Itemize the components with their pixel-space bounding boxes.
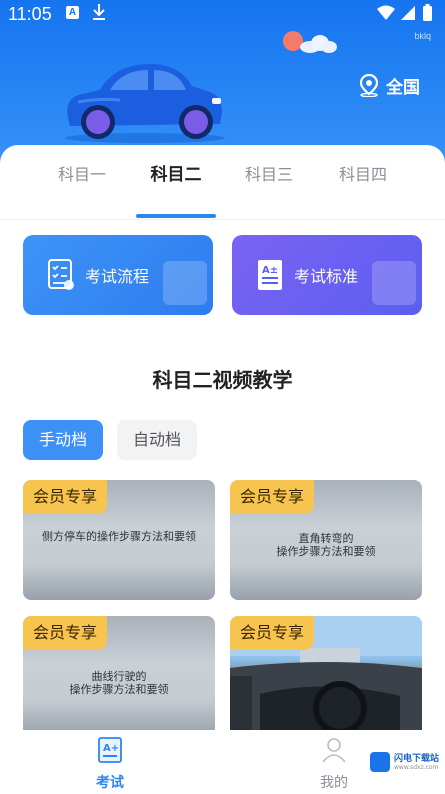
- tab-subject-3[interactable]: 科目三: [224, 159, 314, 195]
- status-bar: 11:05 A: [0, 0, 445, 28]
- location-pin-icon: [359, 73, 379, 97]
- watermark-text: 闪电下载站: [394, 753, 440, 764]
- video-caption: 操作步骤方法和要领: [276, 545, 376, 558]
- download-icon: [92, 3, 106, 25]
- vip-badge: 会员专享: [230, 480, 315, 514]
- cloud-decoration: [300, 35, 337, 53]
- tab-subject-2[interactable]: 科目二: [131, 159, 221, 195]
- section-title: 科目二视频教学: [152, 368, 293, 392]
- nav-profile-label: 我的: [320, 775, 348, 791]
- svg-text:A±: A±: [262, 265, 278, 276]
- tab-subject-1[interactable]: 科目一: [37, 159, 127, 195]
- exam-standard-label: 考试标准: [294, 267, 359, 286]
- video-card[interactable]: 会员专享 侧方停车的操作步骤方法和要领: [23, 480, 215, 600]
- notification-a-icon: A: [66, 6, 79, 19]
- region-selector[interactable]: 全国: [358, 72, 420, 98]
- status-hint: bklq: [414, 31, 431, 41]
- nav-exam[interactable]: A+ 考试: [80, 736, 140, 792]
- tabs-divider: [0, 219, 445, 220]
- tab-subject-4[interactable]: 科目四: [318, 159, 408, 195]
- video-card[interactable]: 会员专享: [230, 616, 422, 736]
- manual-transmission-button[interactable]: 手动档: [23, 420, 103, 460]
- auto-transmission-button[interactable]: 自动档: [117, 420, 197, 460]
- vip-badge: 会员专享: [23, 480, 108, 514]
- region-label: 全国: [386, 77, 420, 98]
- watermark-sub: www.sdxz.com: [394, 763, 439, 771]
- checklist-icon: [48, 259, 74, 290]
- watermark-logo-icon: [370, 752, 390, 772]
- subject-tabs: 科目一 科目二 科目三 科目四: [0, 159, 445, 220]
- exam-process-card[interactable]: 考试流程: [23, 235, 213, 315]
- document-icon: A±: [258, 260, 282, 290]
- wifi-icon: [377, 5, 395, 20]
- nav-exam-label: 考试: [96, 775, 124, 791]
- video-caption: 曲线行驶的: [91, 670, 147, 683]
- video-caption: 侧方停车的操作步骤方法和要领: [42, 530, 196, 543]
- battery-icon: [423, 6, 432, 21]
- exam-icon: A+: [98, 737, 122, 763]
- card-decoration: [372, 261, 416, 305]
- car-illustration: [65, 64, 225, 143]
- nav-profile[interactable]: 我的: [304, 736, 364, 792]
- exam-standard-card[interactable]: A± 考试标准: [232, 235, 422, 315]
- svg-text:A+: A+: [103, 743, 119, 754]
- watermark: 闪电下载站 www.sdxz.com: [366, 745, 442, 779]
- video-caption: 操作步骤方法和要领: [69, 683, 169, 696]
- active-tab-indicator: [136, 214, 216, 218]
- user-icon: [322, 738, 346, 763]
- video-caption: 直角转弯的: [298, 532, 354, 545]
- video-card[interactable]: 会员专享 曲线行驶的 操作步骤方法和要领: [23, 616, 215, 736]
- vip-badge: 会员专享: [23, 616, 108, 650]
- vip-badge: 会员专享: [230, 616, 315, 650]
- video-card[interactable]: 会员专享 直角转弯的 操作步骤方法和要领: [230, 480, 422, 600]
- status-time: 11:05: [8, 4, 52, 24]
- status-icons: [375, 4, 437, 26]
- exam-process-label: 考试流程: [85, 267, 150, 286]
- card-decoration: [163, 261, 207, 305]
- signal-icon: [401, 6, 415, 20]
